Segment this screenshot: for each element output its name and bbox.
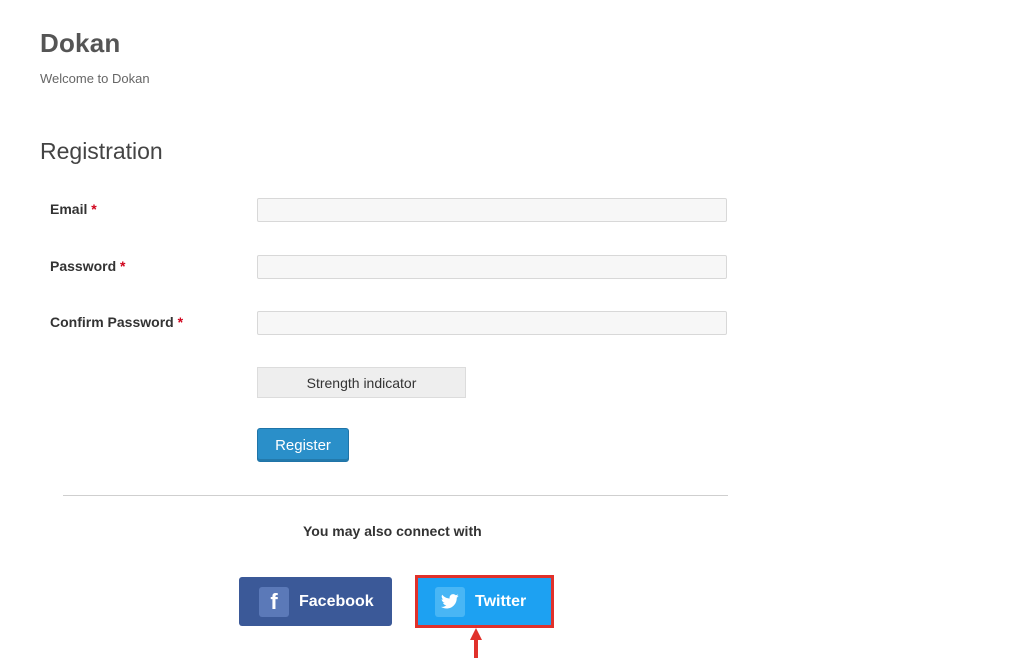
- email-field[interactable]: [257, 198, 727, 222]
- divider: [63, 495, 728, 496]
- register-button[interactable]: Register: [257, 428, 349, 462]
- required-marker: *: [120, 258, 126, 274]
- password-strength-indicator: Strength indicator: [257, 367, 466, 398]
- site-description: Welcome to Dokan: [40, 71, 150, 86]
- twitter-label: Twitter: [475, 592, 527, 610]
- facebook-label: Facebook: [299, 592, 374, 610]
- twitter-login-button[interactable]: Twitter: [418, 578, 551, 625]
- required-marker: *: [177, 314, 184, 330]
- annotation-arrow-icon: [470, 628, 482, 658]
- password-label: Password *: [50, 258, 125, 274]
- confirm-password-label: Confirm Password *: [50, 314, 183, 330]
- password-field[interactable]: [257, 255, 727, 279]
- confirm-password-label-text: Confirm Password: [50, 314, 174, 330]
- site-title[interactable]: Dokan: [40, 28, 120, 59]
- password-label-text: Password: [50, 258, 117, 274]
- confirm-password-field[interactable]: [257, 311, 727, 335]
- required-marker: *: [91, 201, 97, 217]
- facebook-login-button[interactable]: f Facebook: [239, 577, 392, 626]
- email-label-text: Email: [50, 201, 88, 217]
- registration-title: Registration: [40, 138, 163, 164]
- social-connect-text: You may also connect with: [303, 523, 482, 539]
- twitter-bird-icon: [435, 586, 465, 617]
- facebook-icon: f: [259, 586, 289, 617]
- email-label: Email *: [50, 201, 97, 217]
